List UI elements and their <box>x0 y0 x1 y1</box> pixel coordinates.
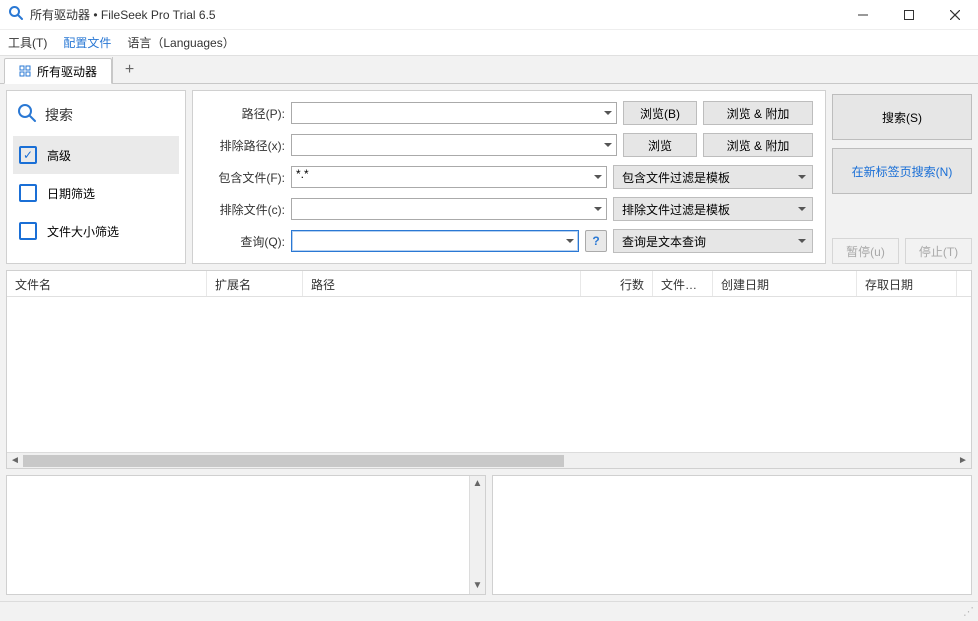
query-label: 查询(Q): <box>205 233 285 250</box>
col-filename[interactable]: 文件名 <box>7 271 207 296</box>
scroll-right-icon[interactable]: ► <box>955 455 971 466</box>
exclude-files-label: 排除文件(c): <box>205 201 285 218</box>
window-title: 所有驱动器 • FileSeek Pro Trial 6.5 <box>30 6 216 23</box>
scroll-up-icon[interactable]: ▲ <box>470 476 485 492</box>
exclude-template-dropdown[interactable]: 排除文件过滤是模板 <box>613 197 813 221</box>
query-mode-dropdown[interactable]: 查询是文本查询 <box>613 229 813 253</box>
titlebar: 所有驱动器 • FileSeek Pro Trial 6.5 <box>0 0 978 30</box>
include-files-input[interactable]: *.* <box>291 166 607 188</box>
checkbox-checked-icon: ✓ <box>19 146 37 164</box>
sidebar-item-date-filter[interactable]: ✓ 日期筛选 <box>13 174 179 212</box>
sidebar-item-size-filter[interactable]: ✓ 文件大小筛选 <box>13 212 179 250</box>
col-accessed[interactable]: 存取日期 <box>857 271 957 296</box>
grid-header: 文件名 扩展名 路径 行数 文件大小 创建日期 存取日期 <box>7 271 971 297</box>
scroll-left-icon[interactable]: ◄ <box>7 455 23 466</box>
scroll-down-icon[interactable]: ▼ <box>470 578 485 594</box>
maximize-button[interactable] <box>886 0 932 29</box>
statusbar: ⋰ <box>0 601 978 621</box>
path-input[interactable] <box>291 102 617 124</box>
window-controls <box>840 0 978 29</box>
tab-add-button[interactable]: + <box>112 57 146 83</box>
pause-button[interactable]: 暂停(u) <box>832 238 899 264</box>
vertical-scrollbar[interactable]: ▲ ▼ <box>469 476 485 594</box>
preview-pane-right[interactable] <box>492 475 972 595</box>
search-new-tab-button[interactable]: 在新标签页搜索(N) <box>832 148 972 194</box>
menu-profiles[interactable]: 配置文件 <box>63 34 111 51</box>
menu-tools[interactable]: 工具(T) <box>8 34 47 51</box>
query-input[interactable] <box>291 230 579 252</box>
include-files-label: 包含文件(F): <box>205 169 285 186</box>
scroll-thumb[interactable] <box>23 455 564 467</box>
search-form: 路径(P): 浏览(B) 浏览 & 附加 排除路径(x): 浏览 浏览 & 附加… <box>192 90 826 264</box>
search-button[interactable]: 搜索(S) <box>832 94 972 140</box>
menu-languages[interactable]: 语言（Languages） <box>127 34 234 51</box>
tab-all-drives[interactable]: 所有驱动器 <box>4 58 112 84</box>
resize-grip-icon[interactable]: ⋰ <box>963 605 972 618</box>
sidebar-item-label: 日期筛选 <box>47 185 95 202</box>
col-size[interactable]: 文件大小 <box>653 271 713 296</box>
browse-append-exclude-button[interactable]: 浏览 & 附加 <box>703 133 813 157</box>
exclude-path-label: 排除路径(x): <box>205 137 285 154</box>
browse-path-button[interactable]: 浏览(B) <box>623 101 697 125</box>
exclude-path-input[interactable] <box>291 134 617 156</box>
stop-button[interactable]: 停止(T) <box>905 238 972 264</box>
query-help-button[interactable]: ? <box>585 230 607 252</box>
app-icon <box>8 5 24 24</box>
include-template-dropdown[interactable]: 包含文件过滤是模板 <box>613 165 813 189</box>
col-path[interactable]: 路径 <box>303 271 581 296</box>
grid-body[interactable] <box>7 297 971 452</box>
results-grid: 文件名 扩展名 路径 行数 文件大小 创建日期 存取日期 ◄ ► <box>6 270 972 469</box>
tabstrip: 所有驱动器 + <box>0 56 978 84</box>
close-button[interactable] <box>932 0 978 29</box>
horizontal-scrollbar[interactable]: ◄ ► <box>7 452 971 468</box>
tab-label: 所有驱动器 <box>37 63 97 80</box>
col-lines[interactable]: 行数 <box>581 271 653 296</box>
path-label: 路径(P): <box>205 105 285 122</box>
exclude-files-input[interactable] <box>291 198 607 220</box>
sidebar-item-label: 文件大小筛选 <box>47 223 119 240</box>
tab-icon <box>19 65 31 77</box>
minimize-button[interactable] <box>840 0 886 29</box>
preview-pane-left[interactable]: ▲ ▼ <box>6 475 486 595</box>
col-extension[interactable]: 扩展名 <box>207 271 303 296</box>
browse-append-path-button[interactable]: 浏览 & 附加 <box>703 101 813 125</box>
filter-sidebar: 搜索 ✓ 高级 ✓ 日期筛选 ✓ 文件大小筛选 <box>6 90 186 264</box>
checkbox-unchecked-icon: ✓ <box>19 222 37 240</box>
checkbox-unchecked-icon: ✓ <box>19 184 37 202</box>
sidebar-item-advanced[interactable]: ✓ 高级 <box>13 136 179 174</box>
col-created[interactable]: 创建日期 <box>713 271 857 296</box>
browse-exclude-button[interactable]: 浏览 <box>623 133 697 157</box>
action-panel: 搜索(S) 在新标签页搜索(N) 暂停(u) 停止(T) <box>832 90 972 264</box>
sidebar-title: 搜索 <box>45 105 73 125</box>
search-icon <box>17 103 37 126</box>
menubar: 工具(T) 配置文件 语言（Languages） <box>0 30 978 56</box>
sidebar-item-label: 高级 <box>47 147 71 164</box>
